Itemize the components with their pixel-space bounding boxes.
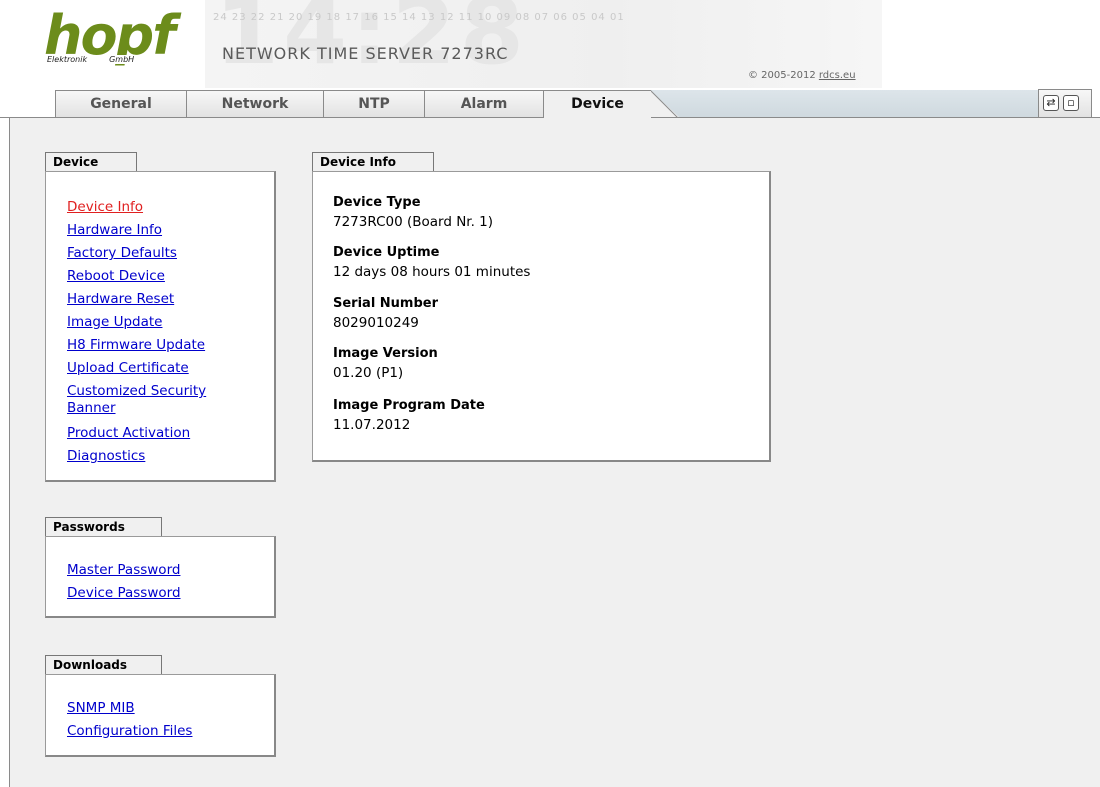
device-menu-title: Device [45, 152, 137, 172]
hopf-logo: hopf Elektronik GmbH [44, 6, 176, 74]
device-type-label: Device Type [333, 195, 421, 210]
copyright: © 2005-2012 rdcs.eu [748, 70, 856, 81]
downloads-title: Downloads [45, 655, 162, 675]
content-area: Device Device Info Hardware Info Factory… [9, 118, 1100, 787]
copyright-text: © 2005-2012 [748, 70, 816, 81]
tab-strip-filler [640, 90, 1040, 117]
product-title: NETWORK TIME SERVER 7273RC [222, 44, 509, 63]
menu-device-password[interactable]: Device Password [67, 585, 181, 602]
header-banner: 14:28 24 23 22 21 20 19 18 17 16 15 14 1… [0, 0, 882, 88]
passwords-body: Master Password Device Password [45, 536, 276, 618]
device-menu-body: Device Info Hardware Info Factory Defaul… [45, 171, 276, 482]
device-type-value: 7273RC00 (Board Nr. 1) [333, 214, 494, 230]
device-info-title: Device Info [312, 152, 434, 172]
menu-hardware-info[interactable]: Hardware Info [67, 222, 162, 239]
menu-h8-firmware-update[interactable]: H8 Firmware Update [67, 337, 205, 354]
refresh-icon[interactable]: ⇄ [1043, 95, 1059, 111]
image-program-date-label: Image Program Date [333, 398, 485, 413]
toolbar-icons: ⇄ ▫ [1038, 89, 1092, 117]
image-version-label: Image Version [333, 346, 438, 361]
tab-network[interactable]: Network [186, 90, 324, 117]
menu-hardware-reset[interactable]: Hardware Reset [67, 291, 174, 308]
menu-upload-certificate[interactable]: Upload Certificate [67, 360, 189, 377]
serial-number-value: 8029010249 [333, 315, 419, 331]
device-info-body: Device Type 7273RC00 (Board Nr. 1) Devic… [312, 171, 771, 462]
logo-sub-right: GmbH [109, 55, 135, 64]
serial-number-label: Serial Number [333, 296, 439, 311]
copyright-link[interactable]: rdcs.eu [819, 70, 856, 81]
downloads-body: SNMP MIB Configuration Files [45, 674, 276, 757]
tab-device[interactable]: Device [543, 90, 651, 120]
menu-product-activation[interactable]: Product Activation [67, 425, 190, 442]
menu-snmp-mib[interactable]: SNMP MIB [67, 700, 135, 717]
menu-customized-security-banner-line2[interactable]: Banner [67, 400, 116, 417]
countdown-graphic: 24 23 22 21 20 19 18 17 16 15 14 13 12 1… [213, 12, 625, 23]
tab-ntp[interactable]: NTP [323, 90, 425, 117]
image-program-date-value: 11.07.2012 [333, 417, 411, 433]
menu-reboot-device[interactable]: Reboot Device [67, 268, 165, 285]
menu-diagnostics[interactable]: Diagnostics [67, 448, 145, 465]
logo-sub-left: Elektronik [47, 55, 88, 64]
main-tab-strip: General Network NTP Alarm Device ⇄ ▫ [0, 88, 1100, 120]
device-uptime-value: 12 days 08 hours 01 minutes [333, 264, 531, 280]
device-uptime-label: Device Uptime [333, 245, 440, 260]
tab-general[interactable]: General [55, 90, 187, 117]
menu-customized-security-banner[interactable]: Customized Security [67, 383, 206, 400]
image-version-value: 01.20 (P1) [333, 365, 404, 381]
passwords-title: Passwords [45, 517, 162, 537]
menu-factory-defaults[interactable]: Factory Defaults [67, 245, 177, 262]
logo-subtitle: Elektronik GmbH [46, 55, 136, 64]
page-icon[interactable]: ▫ [1063, 95, 1079, 111]
menu-image-update[interactable]: Image Update [67, 314, 162, 331]
menu-master-password[interactable]: Master Password [67, 562, 180, 579]
menu-device-info[interactable]: Device Info [67, 199, 143, 216]
tab-alarm[interactable]: Alarm [424, 90, 544, 117]
menu-configuration-files[interactable]: Configuration Files [67, 723, 192, 740]
